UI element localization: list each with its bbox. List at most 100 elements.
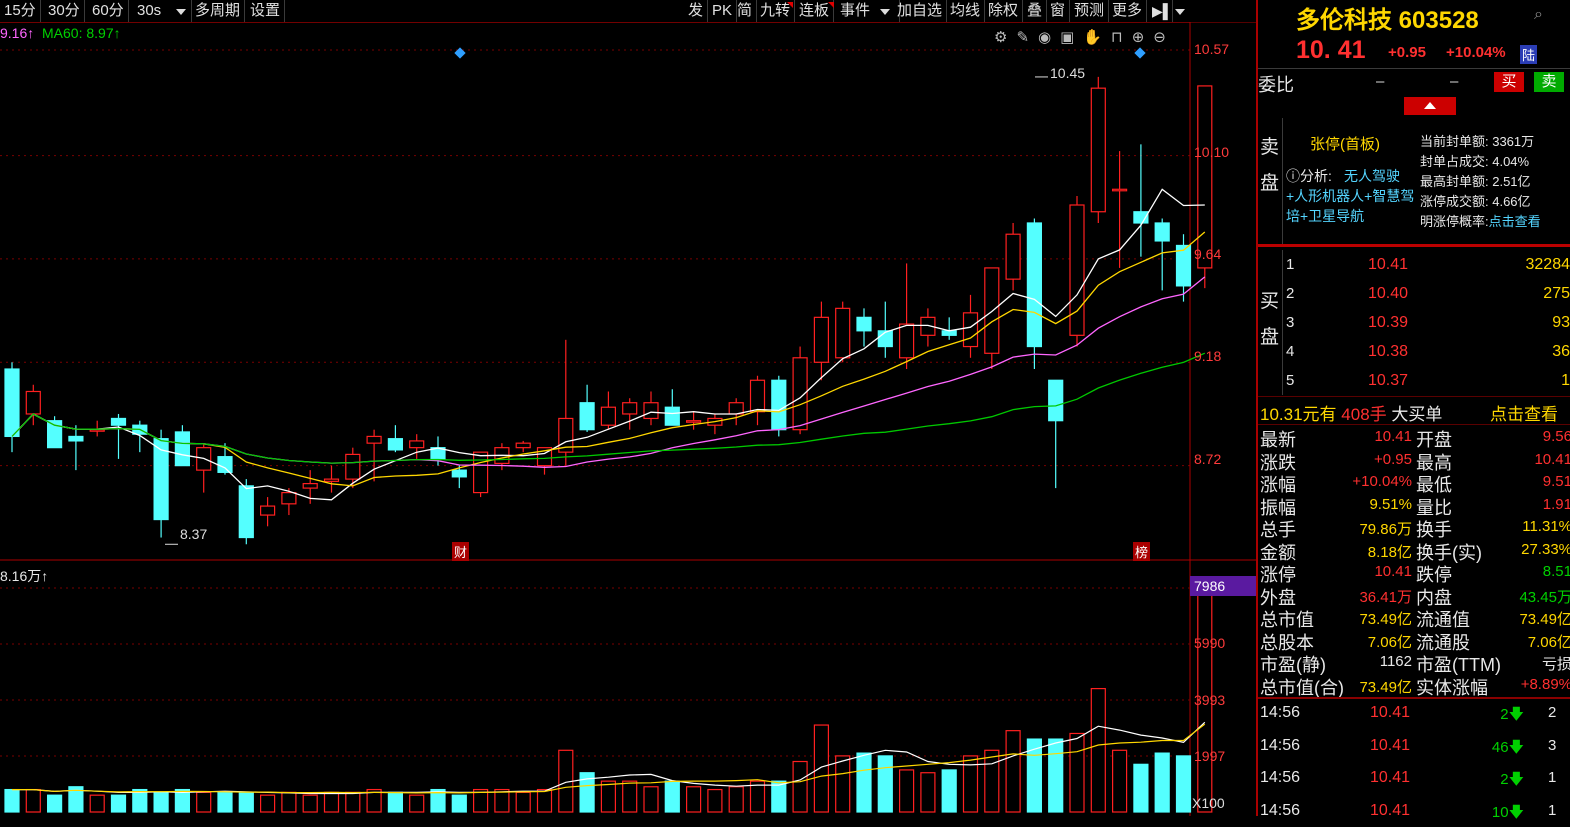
volume-bar xyxy=(1069,732,1085,813)
rank-tag[interactable]: 榜 xyxy=(1133,542,1151,561)
stat-value: 8.51 xyxy=(1542,563,1570,580)
candle-body xyxy=(856,316,872,332)
tick-count: 2 xyxy=(1548,704,1557,721)
tick-volume-value: 2 xyxy=(1500,771,1509,788)
tick-volume-value: 10 xyxy=(1491,803,1509,821)
stat-value: +10.04% xyxy=(1352,473,1412,490)
stock-code: 603528 xyxy=(1398,7,1479,34)
stat-value: 73.49亿 xyxy=(1359,678,1412,696)
candle-body xyxy=(409,440,425,449)
tick-volume: 2🡇 xyxy=(1458,769,1524,794)
events-dropdown[interactable]: 事件 xyxy=(836,0,900,22)
candle-body xyxy=(345,453,361,480)
volume-bar xyxy=(856,752,872,813)
candle-body xyxy=(387,438,403,451)
big-buy-link[interactable]: 点击查看 xyxy=(1490,400,1558,425)
volume-bar xyxy=(238,791,254,813)
ma20-line xyxy=(11,276,1206,468)
stat-value: 73.49亿 xyxy=(1359,611,1412,628)
fa-button[interactable]: 发 xyxy=(684,0,709,22)
period-30m-tab[interactable]: 30分 xyxy=(44,0,85,22)
window-button[interactable]: 窗 xyxy=(1046,0,1071,22)
volume-bar xyxy=(813,724,830,813)
volume-bar xyxy=(984,749,1000,813)
sell-button[interactable]: 卖 xyxy=(1534,72,1564,92)
volume-bar xyxy=(898,769,915,813)
volume-bar xyxy=(1154,752,1170,813)
search-icon[interactable]: ⌕ xyxy=(1534,6,1543,24)
candle-body xyxy=(1197,85,1213,269)
stat-value: 10.41 xyxy=(1534,450,1570,468)
candle-body xyxy=(68,435,84,442)
tick-volume-value: 46 xyxy=(1491,738,1509,756)
volume-bar xyxy=(877,755,893,813)
exright-button[interactable]: 除权 xyxy=(984,0,1024,22)
prob-link[interactable]: 点击查看 xyxy=(1489,214,1541,229)
last-price: 10. 41 xyxy=(1296,36,1366,64)
volume-bar xyxy=(643,786,659,813)
tick-volume: 46🡇 xyxy=(1458,737,1524,762)
order-diff-value: – xyxy=(1450,73,1459,90)
bid-level: 5 xyxy=(1286,372,1295,389)
multi-period-button[interactable]: 多周期 xyxy=(191,0,246,22)
stat-value: 7.06亿 xyxy=(1527,633,1570,651)
stat-value: 36.41万 xyxy=(1359,588,1412,606)
price-change-pct: +10.04% xyxy=(1446,44,1506,61)
finance-tag[interactable]: 财 xyxy=(452,542,470,561)
quote-panel: 多伦科技 603528 10. 41 +0.95 +10.04% 陆 ⌕ 委比 … xyxy=(1256,0,1570,821)
settings-button[interactable]: 设置 xyxy=(246,0,286,22)
candle-body xyxy=(643,402,659,420)
volume-bar xyxy=(792,760,808,813)
volume-bar xyxy=(110,794,127,813)
candle-body xyxy=(217,456,233,473)
candle-body xyxy=(984,267,1000,354)
ma5-line xyxy=(11,188,1205,501)
stat-value: 27.33% xyxy=(1521,540,1570,558)
seal-amount: 当前封单额: 3361万 xyxy=(1420,134,1535,149)
buy-button[interactable]: 买 xyxy=(1494,72,1524,92)
tick-count: 3 xyxy=(1548,736,1557,754)
collapse-button[interactable] xyxy=(1404,97,1456,115)
collapse-panel-icon[interactable]: ▶▌ xyxy=(1148,0,1173,22)
candle-body xyxy=(366,435,382,444)
candle-body xyxy=(664,406,680,426)
period-30s-dropdown[interactable]: 30s xyxy=(133,0,192,22)
big-buy-qty: 408手 xyxy=(1341,405,1387,424)
volume-bar xyxy=(345,791,361,813)
big-buy-row[interactable]: 10.31元有 408手 大买单 xyxy=(1260,400,1442,425)
bid-price: 10.39 xyxy=(1368,314,1409,331)
simple-button[interactable]: 简 xyxy=(733,0,758,22)
stat-value: 9.51% xyxy=(1369,495,1412,513)
volume-bar xyxy=(1026,738,1043,813)
candle-body xyxy=(174,431,190,467)
candle-body xyxy=(473,451,489,494)
ma-button[interactable]: 均线 xyxy=(946,0,986,22)
big-buy-price: 10.31元有 xyxy=(1260,405,1337,424)
bid-level: 2 xyxy=(1286,285,1295,302)
volume-bar xyxy=(1090,687,1106,813)
stat-value: 10.41 xyxy=(1374,428,1412,445)
overlay-button[interactable]: 叠 xyxy=(1023,0,1048,22)
analysis-concepts[interactable]: 无人驾驶+人形机器人+智慧驾培+卫星导航 xyxy=(1286,166,1416,226)
sell-side-label: 卖盘 xyxy=(1260,137,1280,194)
down-arrow-icon: 🡇 xyxy=(1508,771,1524,788)
candle-body xyxy=(622,402,638,415)
volume-bar xyxy=(1133,763,1149,813)
volume-bar xyxy=(600,780,617,813)
candle-body xyxy=(813,316,830,363)
tick-time: 14:56 xyxy=(1260,801,1301,819)
period-60m-tab[interactable]: 60分 xyxy=(88,0,129,22)
chevron-down-icon[interactable] xyxy=(1175,9,1185,15)
more-button[interactable]: 更多 xyxy=(1108,0,1148,22)
order-ratio-value: – xyxy=(1376,73,1385,90)
candle-body xyxy=(771,379,787,431)
forecast-button[interactable]: 预测 xyxy=(1070,0,1110,22)
stat-value: +8.89% xyxy=(1520,675,1570,693)
stat-value: 9.56 xyxy=(1542,428,1570,445)
candlestick-chart[interactable] xyxy=(0,22,1256,816)
add-watchlist-button[interactable]: 加自选 xyxy=(893,0,948,22)
candle-body xyxy=(1048,379,1064,422)
candle-body xyxy=(579,402,595,431)
stat-value: 7.06亿 xyxy=(1367,633,1412,651)
period-15m-tab[interactable]: 15分 xyxy=(0,0,41,22)
